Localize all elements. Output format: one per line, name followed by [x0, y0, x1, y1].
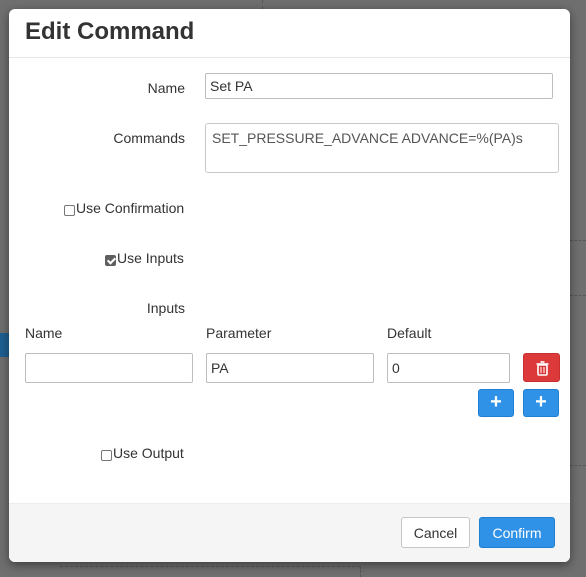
commands-label: Commands — [113, 130, 185, 146]
trash-icon — [536, 361, 549, 376]
use-output-checkbox[interactable] — [101, 449, 112, 461]
input-default-field[interactable] — [387, 353, 510, 383]
input-parameter-field[interactable] — [206, 353, 374, 383]
inputs-label: Inputs — [146, 300, 185, 316]
use-inputs-row[interactable]: Use Inputs — [105, 250, 184, 266]
column-header-parameter: Parameter — [206, 325, 272, 341]
use-inputs-checkbox[interactable] — [105, 254, 116, 266]
background-divider — [570, 240, 586, 241]
input-name-field[interactable] — [25, 353, 193, 383]
add-input-before-button[interactable]: + — [478, 389, 514, 417]
dialog-footer: Cancel Confirm — [9, 503, 570, 562]
plus-icon: + — [490, 391, 502, 413]
use-confirmation-label: Use Confirmation — [76, 200, 185, 216]
name-label: Name — [147, 80, 185, 96]
background-divider — [570, 465, 586, 466]
cancel-button[interactable]: Cancel — [401, 517, 470, 548]
column-header-name: Name — [25, 325, 63, 341]
dialog-title: Edit Command — [25, 18, 195, 45]
use-confirmation-row[interactable]: Use Confirmation — [64, 200, 184, 216]
background-divider — [360, 566, 361, 577]
background-divider — [570, 295, 586, 296]
commands-textarea[interactable]: SET_PRESSURE_ADVANCE ADVANCE=%(PA)s — [205, 123, 559, 173]
use-output-row[interactable]: Use Output — [101, 445, 184, 461]
dialog-header: Edit Command — [9, 9, 570, 58]
edit-command-dialog: Edit Command Name Commands SET_PRESSURE_… — [9, 9, 570, 562]
plus-icon: + — [535, 391, 547, 413]
confirm-button[interactable]: Confirm — [479, 517, 555, 548]
delete-input-button[interactable] — [523, 353, 560, 382]
background-divider — [60, 566, 360, 567]
use-inputs-label: Use Inputs — [117, 250, 184, 266]
use-output-label: Use Output — [113, 445, 184, 461]
add-input-after-button[interactable]: + — [523, 389, 559, 417]
column-header-default: Default — [387, 325, 432, 341]
use-confirmation-checkbox[interactable] — [64, 204, 75, 216]
background-divider — [262, 0, 263, 9]
name-input[interactable] — [205, 73, 553, 99]
